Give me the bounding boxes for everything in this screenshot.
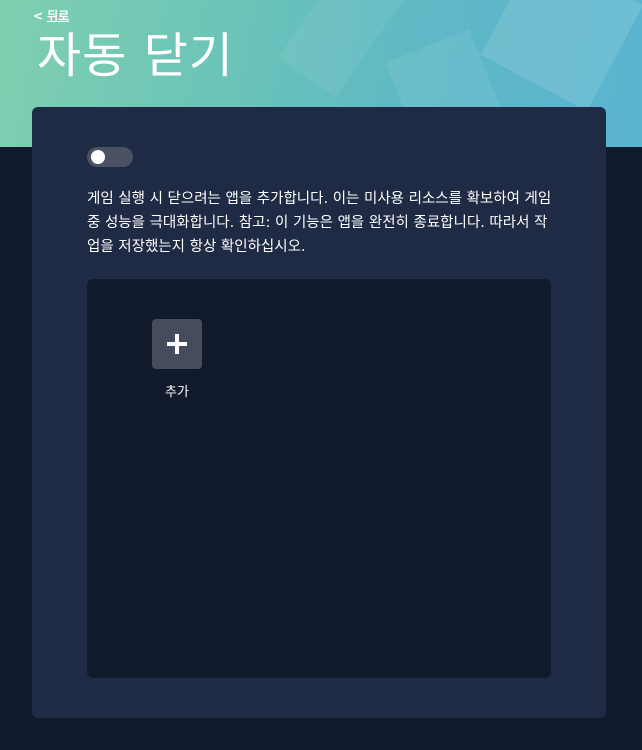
feature-description: 게임 실행 시 닫으려는 앱을 추가합니다. 이는 미사용 리소스를 확보하여 … [87,191,552,255]
add-app-label: 추가 [165,385,189,400]
toggle-knob [91,150,105,164]
add-app-button[interactable] [152,319,202,369]
banner-decoration [480,0,642,112]
auto-close-toggle[interactable] [87,147,133,167]
page-title: 자동 닫기 [37,28,234,84]
settings-panel: 게임 실행 시 닫으려는 앱을 추가합니다. 이는 미사용 리소스를 확보하여 … [32,107,606,718]
back-chevron-icon: < [33,9,44,23]
back-link-label: 뒤로 [47,9,70,23]
auto-close-page: < 뒤로 자동 닫기 게임 실행 시 닫으려는 앱을 추가합니다. 이는 미사용 … [0,0,642,750]
apps-list-area: 추가 [87,279,551,678]
back-link[interactable]: < 뒤로 [33,7,69,24]
